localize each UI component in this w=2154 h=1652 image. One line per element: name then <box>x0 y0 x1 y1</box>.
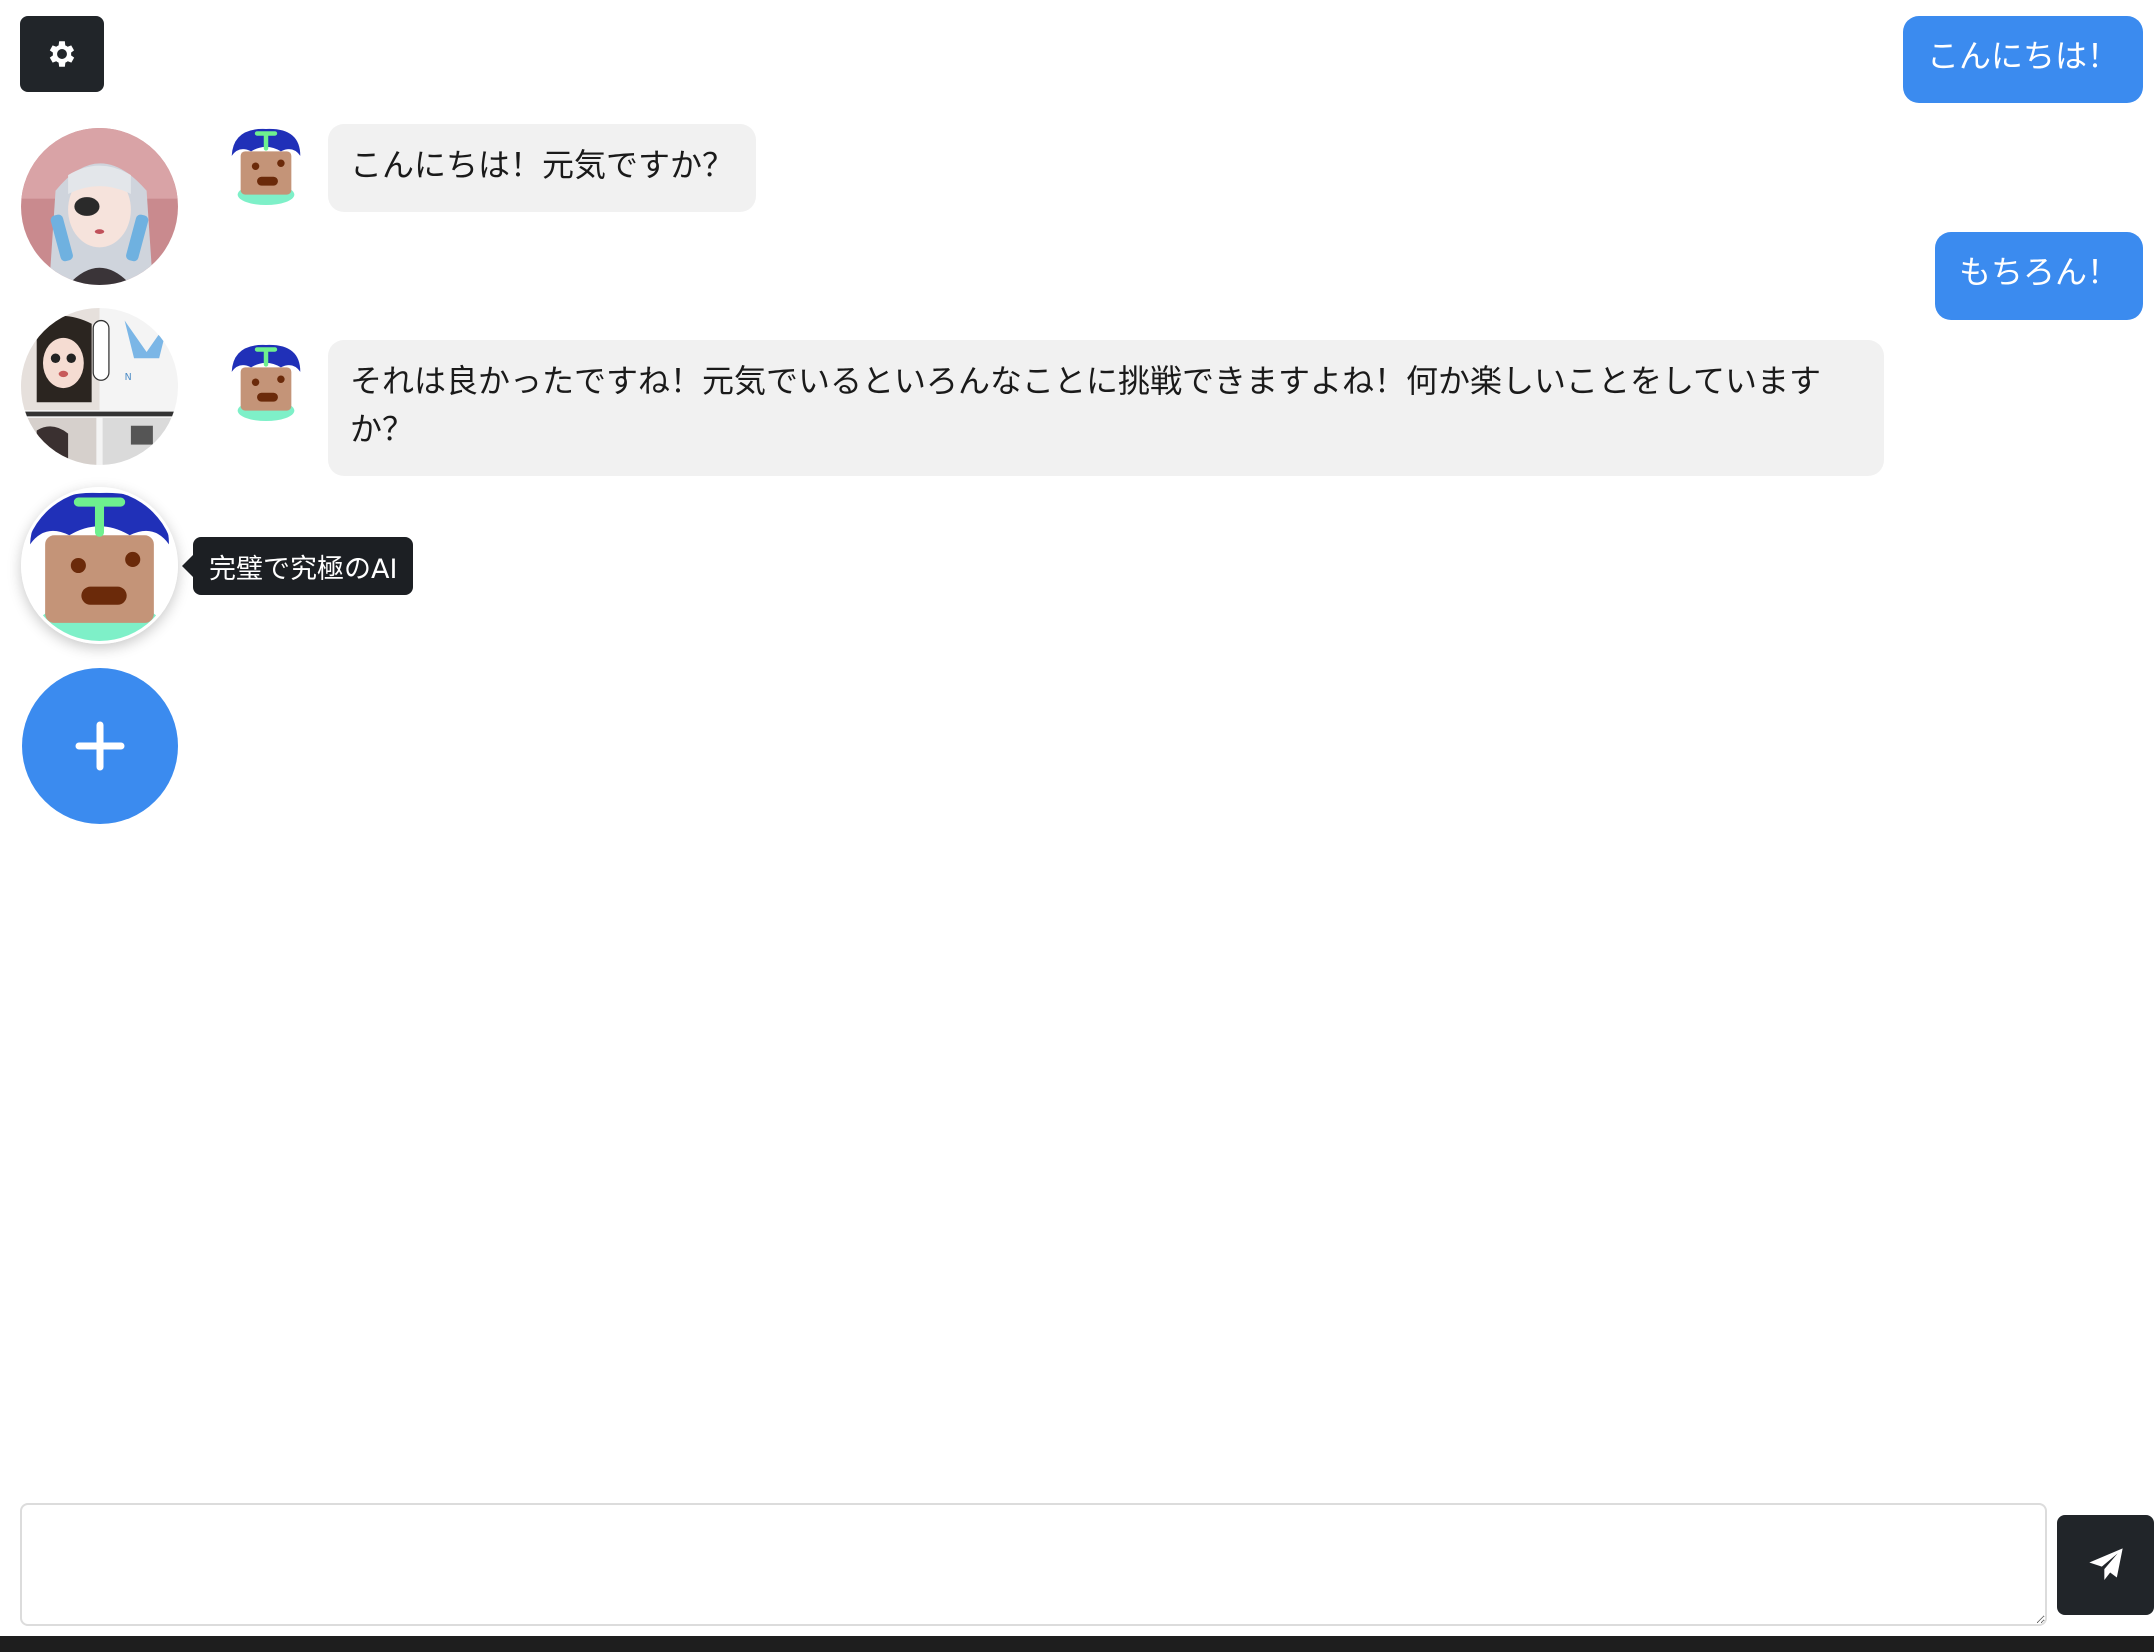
assistant-message: こんにちは！元気ですか？ <box>328 124 757 212</box>
settings-button[interactable] <box>20 16 104 92</box>
character-avatar-1[interactable] <box>21 128 178 285</box>
assistant-avatar <box>228 126 304 208</box>
character-tooltip: 完璧で究極のAI <box>181 537 414 595</box>
add-character-button[interactable] <box>22 668 178 824</box>
user-message: もちろん！ <box>1934 232 2143 320</box>
message-input[interactable] <box>20 1503 2047 1626</box>
drawn-face-avatar-image <box>24 490 175 641</box>
manga-collage-avatar-image: N <box>21 308 178 465</box>
send-button[interactable] <box>2057 1515 2154 1615</box>
user-message: こんにちは！ <box>1902 16 2143 103</box>
anime-girl-avatar-image <box>21 128 178 285</box>
drawn-face-avatar-image <box>231 128 301 206</box>
window-bottom-edge <box>0 1636 2154 1652</box>
plus-icon <box>75 721 125 771</box>
character-avatar-3[interactable] <box>21 487 178 644</box>
chat-app: N 完璧で究極のAI こんにちは！ こんにちは！元気ですか？ もちろん！ それは… <box>0 0 2154 1652</box>
gear-icon <box>49 41 75 67</box>
character-avatar-2[interactable]: N <box>21 308 178 465</box>
assistant-avatar <box>228 342 304 424</box>
svg-text:N: N <box>125 372 132 383</box>
assistant-message: それは良かったですね！元気でいるといろんなことに挑戦できますよね！何か楽しいこと… <box>328 340 1884 476</box>
paper-plane-icon <box>2088 1548 2123 1580</box>
drawn-face-avatar-image <box>231 344 301 422</box>
